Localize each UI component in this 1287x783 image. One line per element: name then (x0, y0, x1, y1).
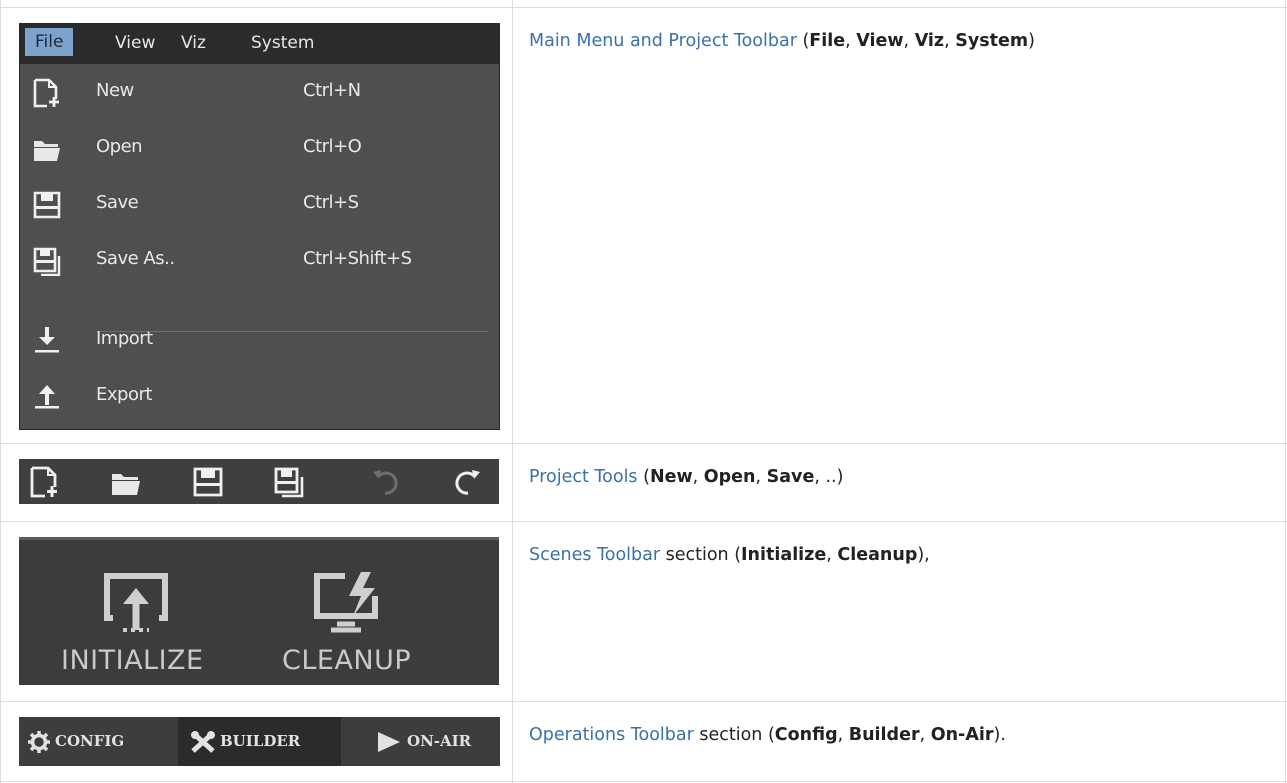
undo-icon[interactable] (370, 466, 402, 498)
text: ). (993, 725, 1006, 745)
new-file-icon (33, 78, 59, 108)
term: Viz (914, 31, 945, 51)
initialize-icon (104, 573, 168, 632)
term: Config (774, 725, 838, 745)
term: System (955, 31, 1029, 51)
menu-item-save-as[interactable]: Save As.. Ctrl+Shift+S (20, 234, 499, 290)
menu-item-shortcut: Ctrl+N (303, 80, 361, 101)
text: ), (917, 545, 930, 565)
menu-item-label: Open (96, 136, 143, 157)
menu-item-shortcut: Ctrl+S (303, 192, 359, 213)
menu-file[interactable]: File (25, 28, 74, 56)
play-icon (378, 732, 400, 752)
file-menu-screenshot: File View Viz System New Ctrl+N Open Ctr… (19, 23, 500, 430)
new-file-icon[interactable] (29, 466, 61, 498)
menu-item-label: Import (96, 328, 153, 349)
save-as-icon[interactable] (273, 466, 305, 498)
table-border (0, 701, 1287, 702)
save-icon (33, 191, 61, 219)
menu-item-label: Save As.. (96, 248, 175, 269)
wrench-icon (191, 731, 215, 753)
menu-item-export[interactable]: Export (20, 366, 499, 422)
menu-item-shortcut: Ctrl+Shift+S (303, 248, 412, 269)
scenes-toolbar: INITIALIZE CLEANUP (19, 537, 499, 685)
menu-item-new[interactable]: New Ctrl+N (20, 66, 499, 122)
row-description: Operations Toolbar section (Config, Buil… (529, 725, 1006, 745)
menu-item-shortcut: Ctrl+O (303, 136, 362, 157)
menu-item-import[interactable]: Import (20, 310, 499, 366)
builder-button[interactable]: BUILDER (178, 717, 341, 766)
redo-icon[interactable] (451, 466, 483, 498)
gear-icon (28, 731, 50, 753)
text: section ( (660, 545, 742, 565)
import-icon (35, 327, 59, 353)
cleanup-label: CLEANUP (282, 645, 412, 676)
menu-item-open[interactable]: Open Ctrl+O (20, 122, 499, 178)
row-description: Scenes Toolbar section (Initialize, Clea… (529, 545, 930, 565)
folder-open-icon (34, 141, 60, 161)
term: File (809, 31, 846, 51)
table-border (0, 781, 1287, 782)
row-description: Main Menu and Project Toolbar (File, Vie… (529, 31, 1035, 51)
term: View (856, 31, 904, 51)
operations-toolbar: CONFIG BUILDER ON-AIR (19, 717, 500, 766)
save-icon[interactable] (192, 466, 224, 498)
term: New (649, 467, 693, 487)
save-as-icon (33, 247, 61, 276)
config-label: CONFIG (55, 732, 125, 750)
text: , ..) (814, 467, 844, 487)
builder-label: BUILDER (220, 732, 301, 750)
folder-open-icon[interactable] (110, 466, 142, 498)
table-border (0, 521, 1287, 522)
link-main-menu[interactable]: Main Menu and Project Toolbar (529, 31, 797, 51)
row-description: Project Tools (New, Open, Save, ..) (529, 467, 844, 487)
menu-item-label: New (96, 80, 134, 101)
term: Builder (848, 725, 920, 745)
term: Initialize (741, 545, 827, 565)
menu-system[interactable]: System (251, 33, 314, 53)
menu-bar: File View Viz System (20, 24, 499, 64)
feature-table: File View Viz System New Ctrl+N Open Ctr… (0, 0, 1287, 783)
link-scenes-toolbar[interactable]: Scenes Toolbar (529, 545, 660, 565)
link-operations-toolbar[interactable]: Operations Toolbar (529, 725, 694, 745)
on-air-button[interactable]: ON-AIR (364, 717, 500, 766)
table-border (0, 0, 1, 783)
table-border (0, 7, 1287, 8)
export-icon (35, 385, 59, 409)
term: Open (703, 467, 756, 487)
link-project-tools[interactable]: Project Tools (529, 467, 638, 487)
menu-item-label: Export (96, 384, 152, 405)
text: ( (637, 467, 650, 487)
menu-viz[interactable]: Viz (181, 33, 206, 53)
table-border (1285, 0, 1286, 783)
term: On-Air (930, 725, 994, 745)
text: ) (1028, 31, 1035, 51)
text: section ( (693, 725, 775, 745)
menu-item-save[interactable]: Save Ctrl+S (20, 178, 499, 234)
term: Cleanup (837, 545, 918, 565)
table-border (512, 0, 513, 783)
project-tools-toolbar (19, 459, 499, 504)
text: ( (796, 31, 810, 51)
cleanup-icon (314, 572, 378, 633)
config-button[interactable]: CONFIG (19, 717, 169, 766)
initialize-label: INITIALIZE (61, 645, 204, 676)
on-air-label: ON-AIR (407, 732, 472, 750)
term: Save (766, 467, 815, 487)
menu-view[interactable]: View (115, 33, 155, 53)
table-border (0, 443, 1287, 444)
menu-item-label: Save (96, 192, 139, 213)
